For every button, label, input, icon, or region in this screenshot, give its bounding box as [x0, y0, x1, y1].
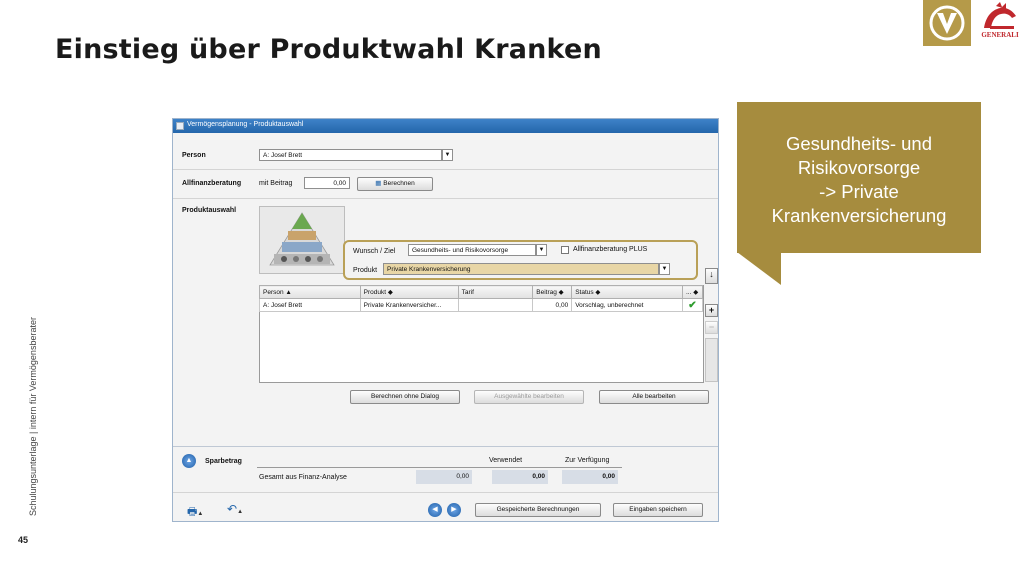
summary-divider — [257, 467, 622, 468]
slide-title: Einstieg über Produktwahl Kranken — [55, 34, 602, 65]
remove-row-button[interactable]: − — [705, 321, 718, 334]
next-icon[interactable]: ▶ — [447, 503, 461, 517]
table-row[interactable]: A: Josef Brett Private Krankenversicher.… — [259, 298, 704, 312]
callout-line: Gesundheits- und — [785, 133, 933, 154]
dvag-logo — [923, 0, 971, 46]
column-header-more[interactable]: ... ◆ — [681, 285, 704, 299]
berechnen-button[interactable]: ▦ Berechnen — [357, 177, 433, 191]
page-number: 45 — [18, 535, 29, 545]
gesamt-value: 0,00 — [416, 470, 472, 484]
callout-pointer — [737, 252, 781, 285]
produkt-label: Produkt — [353, 267, 378, 274]
person-select[interactable]: A: Josef Brett — [259, 149, 442, 161]
previous-icon[interactable]: ◀ — [428, 503, 442, 517]
berechnen-ohne-dialog-button[interactable]: Berechnen ohne Dialog — [350, 390, 460, 404]
table-scrollbar[interactable] — [705, 338, 718, 382]
sparbetrag-label: Sparbetrag — [205, 458, 242, 465]
cell-produkt: Private Krankenversicher... — [359, 298, 459, 312]
verwendet-label: Verwendet — [489, 457, 523, 464]
gesamt-label: Gesamt aus Finanz-Analyse — [259, 474, 347, 481]
callout-line: -> Private — [819, 181, 899, 202]
check-icon: ✔ — [681, 298, 704, 312]
produkt-select[interactable]: Private Krankenversicherung — [383, 263, 659, 275]
eingaben-speichern-button[interactable]: Eingaben speichern — [613, 503, 703, 517]
person-label: Person — [182, 152, 206, 159]
column-header-tarif[interactable]: Tarif — [457, 285, 534, 299]
generali-wordmark: GENERALI — [981, 31, 1019, 39]
print-icon[interactable]: 🖶▲ — [187, 503, 203, 522]
column-header-person[interactable]: Person ▲ — [259, 285, 361, 299]
berechnen-label: Berechnen — [383, 180, 415, 187]
produktauswahl-label: Produktauswahl — [182, 207, 237, 214]
add-row-button[interactable]: + — [705, 304, 718, 317]
product-table: Person ▲ Produkt ◆ Tarif Beitrag ◆ Statu… — [259, 285, 704, 312]
ausgewaehlte-bearbeiten-button[interactable]: Ausgewählte bearbeiten — [474, 390, 584, 404]
allfinanz-plus-label: Allfinanzberatung PLUS — [573, 246, 648, 253]
mit-beitrag-label: mit Beitrag — [259, 180, 293, 187]
column-header-beitrag[interactable]: Beitrag ◆ — [532, 285, 573, 299]
product-pyramid-image — [259, 206, 345, 274]
chevron-down-icon[interactable]: ▼ — [442, 149, 453, 161]
window-app-icon — [176, 122, 184, 130]
window-titlebar: Vermögensplanung - Produktauswahl — [173, 119, 718, 133]
allfinanz-label: Allfinanzberatung — [182, 180, 242, 187]
column-header-produkt[interactable]: Produkt ◆ — [359, 285, 459, 299]
callout-line: Risikovorsorge — [797, 157, 921, 178]
wunsch-label: Wunsch / Ziel — [353, 248, 396, 255]
callout-box: Gesundheits- und Risikovorsorge -> Priva… — [737, 102, 981, 253]
cell-tarif — [457, 298, 534, 312]
callout-text: Gesundheits- und Risikovorsorge -> Priva… — [737, 132, 981, 228]
allfinanz-plus-checkbox[interactable] — [561, 246, 569, 254]
side-caption: Schulungsunterlage | intern für Vermögen… — [28, 317, 38, 516]
product-selection-window: Vermögensplanung - Produktauswahl Person… — [172, 118, 719, 522]
chevron-down-icon[interactable]: ▼ — [659, 263, 670, 275]
wunsch-select[interactable]: Gesundheits- und Risikovorsorge — [408, 244, 536, 256]
callout-line: Krankenversicherung — [771, 205, 947, 226]
cell-beitrag: 0,00 — [532, 298, 573, 312]
undo-icon[interactable]: ↶▲ — [227, 502, 243, 516]
cell-person: A: Josef Brett — [259, 298, 361, 312]
divider — [173, 492, 718, 493]
collapse-up-icon[interactable]: ▲ — [182, 454, 196, 468]
window-title: Vermögensplanung - Produktauswahl — [187, 121, 304, 128]
gespeicherte-berechnungen-button[interactable]: Gespeicherte Berechnungen — [475, 503, 601, 517]
alle-bearbeiten-button[interactable]: Alle bearbeiten — [599, 390, 709, 404]
zur-verfuegung-label: Zur Verfügung — [565, 457, 610, 464]
column-header-status[interactable]: Status ◆ — [571, 285, 683, 299]
divider — [173, 169, 718, 170]
calculator-icon: ▦ — [375, 180, 382, 187]
cell-status: Vorschlag, unberechnet — [571, 298, 683, 312]
divider — [173, 446, 718, 447]
move-down-button[interactable]: ↓ — [705, 268, 718, 284]
beitrag-input[interactable]: 0,00 — [304, 177, 350, 189]
verwendet-value: 0,00 — [492, 470, 548, 484]
zur-verfuegung-value: 0,00 — [562, 470, 618, 484]
divider — [173, 198, 718, 199]
chevron-down-icon[interactable]: ▼ — [536, 244, 547, 256]
